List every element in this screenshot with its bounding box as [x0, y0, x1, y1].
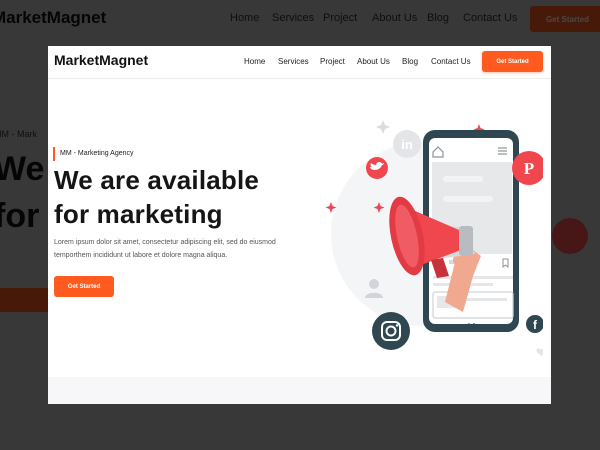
- instagram-icon: [372, 312, 410, 350]
- twitter-icon: [366, 157, 388, 179]
- hero-headline-line2: for marketing: [54, 199, 223, 229]
- nav-about-us[interactable]: About Us: [357, 57, 390, 66]
- svg-text:P: P: [524, 159, 534, 178]
- nav-home[interactable]: Home: [244, 57, 265, 66]
- nav-blog[interactable]: Blog: [402, 57, 418, 66]
- background-cta-button: Get Started: [530, 6, 600, 32]
- background-nav-project: Project: [323, 12, 358, 24]
- next-section-band: [48, 377, 551, 404]
- hero-headline-line1: We are available: [54, 165, 260, 195]
- hero-paragraph-line1: Lorem ipsum dolor sit amet, consectetur …: [54, 239, 276, 246]
- background-nav-services: Services: [272, 12, 315, 24]
- nav-project[interactable]: Project: [320, 57, 345, 66]
- facebook-icon: f: [526, 315, 543, 333]
- background-hero-button: [0, 288, 54, 312]
- small-heart-icon: [536, 348, 543, 356]
- hero-tag: MM - Marketing Agency: [53, 147, 134, 161]
- hero-illustration: in P f: [325, 120, 543, 356]
- background-nav-home: Home: [230, 12, 260, 24]
- brand-logo[interactable]: MarketMagnet: [54, 52, 148, 68]
- nav-services[interactable]: Services: [278, 57, 309, 66]
- nav-contact-us[interactable]: Contact Us: [431, 57, 471, 66]
- hero-get-started-button[interactable]: Get Started: [54, 276, 114, 297]
- background-nav-contact: Contact Us: [463, 12, 518, 24]
- background-nav-blog: Blog: [427, 12, 450, 24]
- background-tag: MM - Mark: [0, 129, 37, 139]
- modal-dialog: MarketMagnet Home Services Project About…: [48, 46, 551, 404]
- background-nav-about: About Us: [372, 12, 418, 24]
- get-started-button[interactable]: Get Started: [482, 51, 543, 72]
- background-whatsapp-icon: [552, 218, 588, 254]
- hero-paragraph-line2: temporthem incididunt ut labore et dolor…: [54, 252, 228, 259]
- linkedin-icon: in: [393, 130, 421, 158]
- modal-header: MarketMagnet Home Services Project About…: [48, 46, 551, 79]
- background-brand: MarketMagnet: [0, 8, 107, 27]
- svg-text:in: in: [401, 137, 413, 152]
